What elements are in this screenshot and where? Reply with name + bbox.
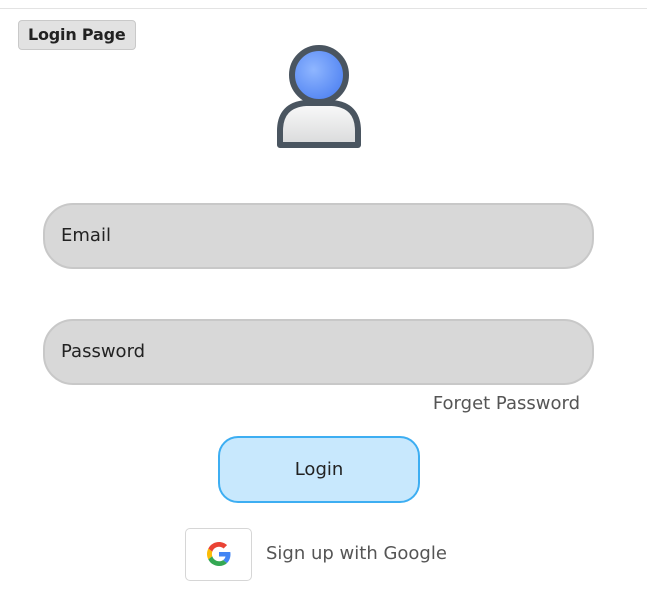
google-signup-label: Sign up with Google [266, 543, 447, 564]
google-g-icon [206, 542, 230, 566]
forgot-password-link[interactable]: Forget Password [433, 392, 580, 416]
page-title-tag: Login Page [18, 20, 136, 50]
password-field[interactable]: Password [43, 319, 594, 385]
google-signup-button[interactable]: Sign up with Google [185, 527, 447, 581]
email-field[interactable]: Email [43, 203, 594, 269]
user-avatar-icon [277, 45, 361, 148]
google-icon-box[interactable] [185, 527, 252, 581]
top-divider [0, 8, 647, 9]
login-button[interactable]: Login [218, 436, 420, 503]
